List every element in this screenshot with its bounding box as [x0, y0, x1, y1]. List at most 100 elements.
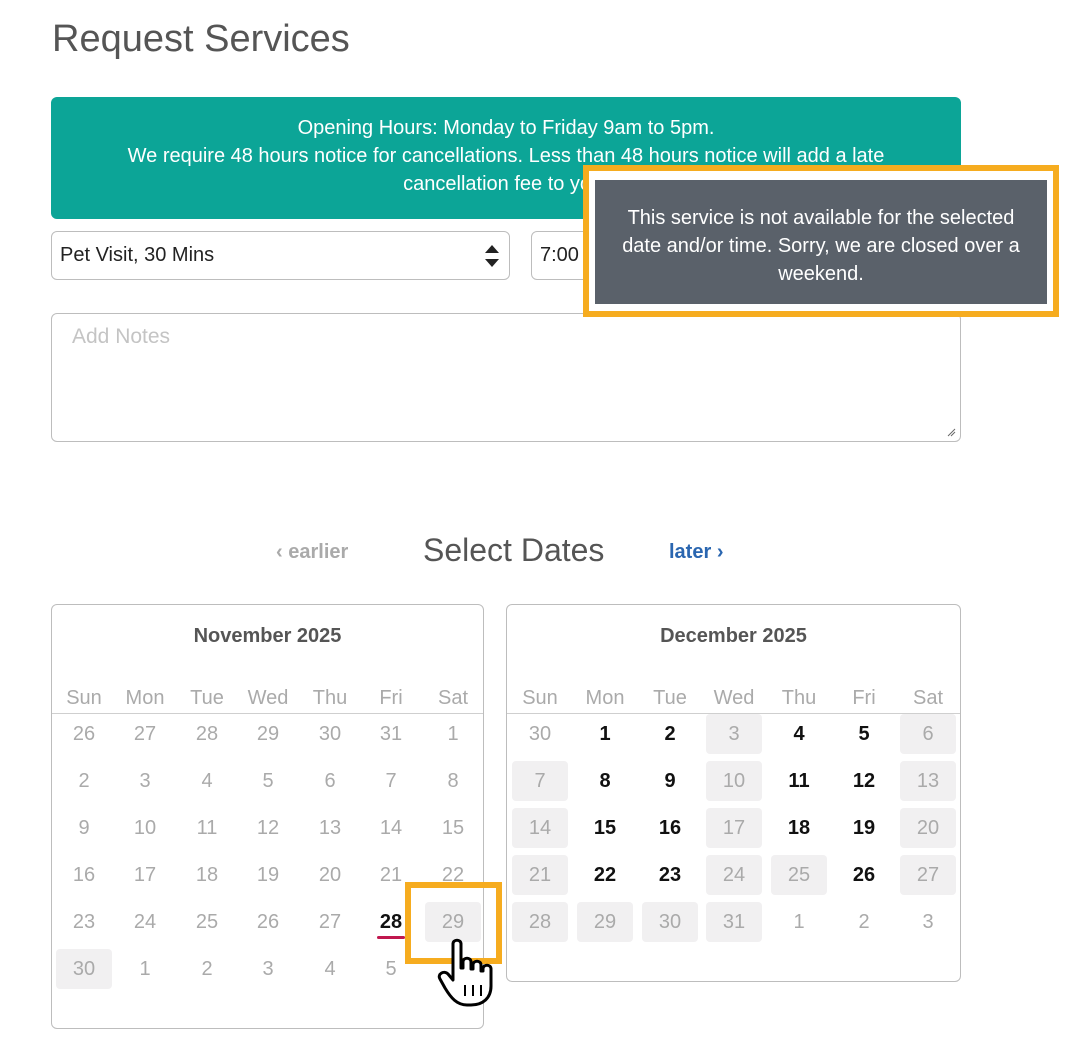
- day-cell[interactable]: 21: [512, 855, 568, 895]
- weekday-label: Thu: [312, 687, 348, 709]
- day-cell[interactable]: 14: [363, 808, 419, 848]
- day-cell[interactable]: 26: [240, 902, 296, 942]
- day-cell[interactable]: 1: [117, 949, 173, 989]
- later-label: later: [669, 541, 712, 563]
- day-cell[interactable]: 4: [771, 714, 827, 754]
- day-cell[interactable]: 31: [363, 714, 419, 754]
- select-dates-heading: Select Dates: [423, 532, 605, 568]
- day-cell[interactable]: 1: [771, 902, 827, 942]
- day-cell[interactable]: 9: [56, 808, 112, 848]
- weekday-label: Tue: [653, 687, 687, 709]
- day-cell[interactable]: 5: [836, 714, 892, 754]
- day-cell[interactable]: 18: [771, 808, 827, 848]
- weekday-label: Wed: [713, 687, 755, 709]
- time-select-value: 7:00: [540, 244, 579, 266]
- earlier-link[interactable]: ‹ earlier: [276, 541, 348, 564]
- weekday-label: Sun: [66, 687, 102, 709]
- day-cell[interactable]: 16: [642, 808, 698, 848]
- notes-placeholder: Add Notes: [72, 325, 171, 348]
- day-cell[interactable]: 11: [179, 808, 235, 848]
- weekday-label: Sun: [522, 687, 558, 709]
- day-cell[interactable]: 31: [706, 902, 762, 942]
- day-cell[interactable]: 10: [117, 808, 173, 848]
- day-cell[interactable]: 23: [56, 902, 112, 942]
- resize-grip-icon[interactable]: [946, 427, 956, 437]
- day-cell[interactable]: 29: [577, 902, 633, 942]
- day-cell[interactable]: 11: [771, 761, 827, 801]
- day-cell[interactable]: 28: [512, 902, 568, 942]
- day-cell[interactable]: 23: [642, 855, 698, 895]
- chevron-left-icon: ‹: [276, 541, 283, 563]
- day-cell[interactable]: 22: [577, 855, 633, 895]
- day-cell[interactable]: 2: [836, 902, 892, 942]
- day-cell[interactable]: 19: [836, 808, 892, 848]
- service-select[interactable]: Pet Visit, 30 Mins: [51, 231, 510, 280]
- day-cell[interactable]: 30: [512, 714, 568, 754]
- day-cell[interactable]: 17: [117, 855, 173, 895]
- tooltip-line-3: weekend.: [778, 263, 864, 285]
- hand-pointer-icon: [437, 938, 493, 1007]
- day-cell[interactable]: 30: [302, 714, 358, 754]
- select-arrows-icon: [485, 245, 499, 267]
- day-cell[interactable]: 17: [706, 808, 762, 848]
- day-cell[interactable]: 25: [771, 855, 827, 895]
- weekday-label: Sat: [437, 687, 469, 709]
- day-cell[interactable]: 2: [179, 949, 235, 989]
- day-cell[interactable]: 13: [900, 761, 956, 801]
- day-cell[interactable]: 19: [240, 855, 296, 895]
- day-cell[interactable]: 30: [642, 902, 698, 942]
- day-cell[interactable]: 12: [240, 808, 296, 848]
- day-cell[interactable]: 4: [179, 761, 235, 801]
- day-cell[interactable]: 6: [302, 761, 358, 801]
- calendar-november: November 2025 Sun Mon Tue Wed Thu Fri Sat 26 27 2…: [51, 604, 484, 1029]
- day-cell[interactable]: 3: [240, 949, 296, 989]
- day-cell[interactable]: 7: [512, 761, 568, 801]
- month-title: December 2025: [660, 625, 807, 647]
- page-title: Request Services: [52, 18, 350, 60]
- day-cell[interactable]: 24: [117, 902, 173, 942]
- day-cell[interactable]: 1: [425, 714, 481, 754]
- day-cell[interactable]: 14: [512, 808, 568, 848]
- day-cell[interactable]: 18: [179, 855, 235, 895]
- month-title: November 2025: [193, 625, 342, 647]
- day-cell[interactable]: 25: [179, 902, 235, 942]
- weekday-label: Thu: [781, 687, 817, 709]
- day-cell[interactable]: 26: [56, 714, 112, 754]
- weekday-label: Mon: [125, 687, 165, 709]
- day-cell[interactable]: 15: [425, 808, 481, 848]
- day-cell[interactable]: 27: [302, 902, 358, 942]
- day-cell[interactable]: 13: [302, 808, 358, 848]
- day-cell[interactable]: 6: [900, 714, 956, 754]
- day-cell[interactable]: 5: [240, 761, 296, 801]
- day-cell[interactable]: 8: [425, 761, 481, 801]
- day-cell[interactable]: 8: [577, 761, 633, 801]
- weekday-label: Fri: [852, 687, 876, 709]
- day-cell[interactable]: 7: [363, 761, 419, 801]
- day-cell[interactable]: 28: [179, 714, 235, 754]
- day-cell[interactable]: 29: [240, 714, 296, 754]
- day-cell[interactable]: 24: [706, 855, 762, 895]
- day-cell[interactable]: 1: [577, 714, 633, 754]
- day-cell[interactable]: 3: [706, 714, 762, 754]
- day-cell[interactable]: 15: [577, 808, 633, 848]
- notes-textarea[interactable]: Add Notes: [51, 313, 961, 442]
- day-cell[interactable]: 20: [302, 855, 358, 895]
- day-cell[interactable]: 16: [56, 855, 112, 895]
- day-cell[interactable]: 2: [642, 714, 698, 754]
- day-cell[interactable]: 9: [642, 761, 698, 801]
- day-cell[interactable]: 10: [706, 761, 762, 801]
- day-cell[interactable]: 27: [117, 714, 173, 754]
- later-link[interactable]: later ›: [669, 541, 723, 564]
- service-select-value: Pet Visit, 30 Mins: [60, 244, 215, 266]
- day-cell[interactable]: 2: [56, 761, 112, 801]
- day-cell[interactable]: 3: [900, 902, 956, 942]
- tooltip-line-1: This service is not available for the se…: [627, 207, 1015, 229]
- day-cell[interactable]: 27: [900, 855, 956, 895]
- day-cell[interactable]: 3: [117, 761, 173, 801]
- day-cell[interactable]: 30: [56, 949, 112, 989]
- unavailable-tooltip: This service is not available for the se…: [595, 180, 1047, 304]
- day-cell[interactable]: 12: [836, 761, 892, 801]
- day-cell[interactable]: 20: [900, 808, 956, 848]
- day-cell[interactable]: 4: [302, 949, 358, 989]
- day-cell[interactable]: 26: [836, 855, 892, 895]
